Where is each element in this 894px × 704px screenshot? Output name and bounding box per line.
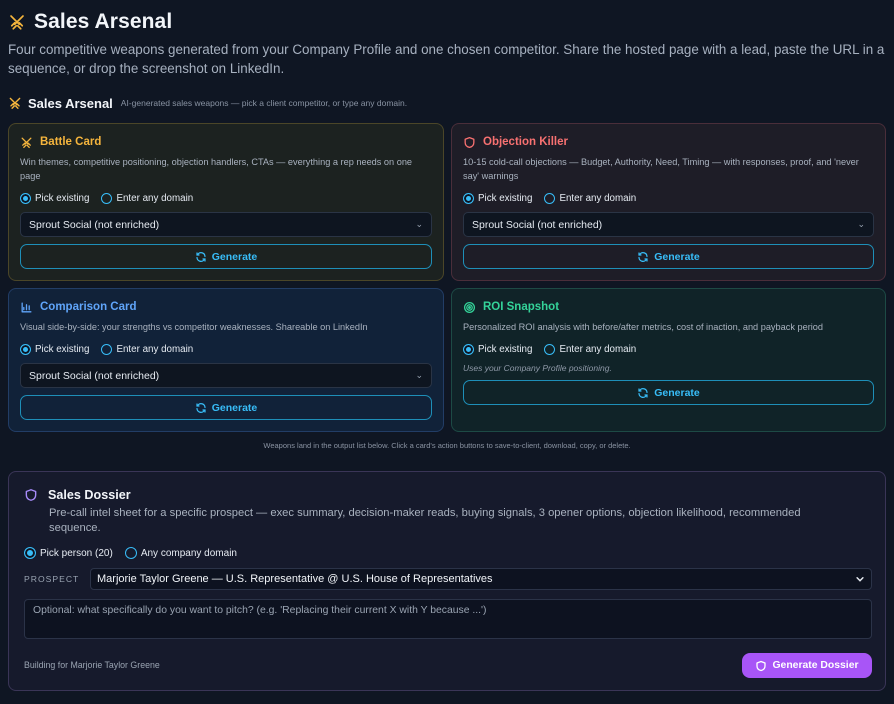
radio-selected-icon[interactable] [20,343,31,355]
refresh-icon [637,251,649,263]
battle-pick-existing-radio[interactable]: Pick existing [20,192,89,204]
radio-empty-icon[interactable] [544,192,556,204]
shield-icon [24,488,38,502]
compare-enter-domain-radio[interactable]: Enter any domain [101,343,193,355]
building-for-label: Building for Marjorie Taylor Greene [24,660,160,670]
objection-generate-button[interactable]: Generate [463,244,874,269]
battle-card-title: Battle Card [40,136,102,148]
battle-card-description: Win themes, competitive positioning, obj… [20,157,413,181]
roi-enter-domain-radio[interactable]: Enter any domain [544,343,636,355]
roi-snapshot-description: Personalized ROI analysis with before/af… [463,322,824,332]
objection-source-options: Pick existing Enter any domain [463,191,874,205]
sales-dossier-title: Sales Dossier [48,488,131,502]
arsenal-hint: AI-generated sales weapons — pick a clie… [120,98,408,108]
battle-generate-button[interactable]: Generate [20,244,432,269]
roi-pick-existing-radio[interactable]: Pick existing [463,343,532,355]
battle-card-source-options: Pick existing Enter any domain [20,191,432,205]
objection-killer-description: 10-15 cold-call objections — Budget, Aut… [463,157,859,181]
radio-selected-icon[interactable] [20,192,31,204]
page-intro: Four competitive weapons generated from … [8,42,885,76]
weapons-footnote: Weapons land in the output list below. C… [263,441,631,450]
roi-note: Uses your Company Profile positioning. [463,363,612,373]
objection-killer-title: Objection Killer [483,136,568,148]
refresh-icon [195,251,207,263]
compare-generate-button[interactable]: Generate [20,395,432,420]
comparison-card-description: Visual side-by-side: your strengths vs c… [20,322,368,332]
shield-icon [463,136,476,149]
chevron-down-icon [855,574,865,584]
swords-icon [8,13,26,31]
page-header: Sales Arsenal Four competitive weapons g… [8,8,886,78]
compare-pick-existing-radio[interactable]: Pick existing [20,343,89,355]
objection-killer-card: Objection Killer 10-15 cold-call objecti… [451,123,886,281]
battle-enter-domain-radio[interactable]: Enter any domain [101,192,193,204]
sales-dossier-description: Pre-call intel sheet for a specific pros… [49,507,801,534]
arsenal-label: Sales Arsenal [28,95,113,111]
objection-pick-existing-radio[interactable]: Pick existing [463,192,532,204]
roi-source-options: Pick existing Enter any domain [463,342,874,356]
chevron-down-icon: ⌄ [415,370,423,380]
bar-chart-icon [20,301,33,314]
radio-empty-icon[interactable] [101,343,113,355]
radio-empty-icon[interactable] [544,343,556,355]
any-company-domain-radio[interactable]: Any company domain [124,547,237,559]
prospect-label: PROSPECT [24,574,80,584]
page-title: Sales Arsenal [34,10,173,33]
dossier-source-options: Pick person (20) Any company domain [24,547,237,559]
chevron-down-icon: ⌄ [415,219,423,229]
refresh-icon [637,387,649,399]
roi-snapshot-card: ROI Snapshot Personalized ROI analysis w… [451,288,886,432]
roi-generate-button[interactable]: Generate [463,380,874,405]
roi-snapshot-title: ROI Snapshot [483,301,560,313]
swords-icon [8,96,22,110]
swords-icon [20,136,33,149]
objection-enter-domain-radio[interactable]: Enter any domain [544,192,636,204]
radio-selected-icon[interactable] [463,192,474,204]
compare-competitor-select[interactable]: Sprout Social (not enriched) ⌄ [20,363,432,388]
radio-selected-icon[interactable] [24,547,36,559]
generate-dossier-button[interactable]: Generate Dossier [742,653,872,678]
comparison-card-title: Comparison Card [40,301,137,313]
comparison-card: Comparison Card Visual side-by-side: you… [8,288,444,432]
radio-selected-icon[interactable] [463,343,474,355]
comparison-source-options: Pick existing Enter any domain [20,342,432,356]
battle-competitor-select[interactable]: Sprout Social (not enriched) ⌄ [20,212,432,237]
arsenal-subheader: Sales Arsenal AI-generated sales weapons… [8,94,407,112]
refresh-icon [195,402,207,414]
shield-icon [755,660,767,672]
pitch-textarea[interactable]: Optional: what specifically do you want … [24,599,872,639]
prospect-select[interactable]: Marjorie Taylor Greene — U.S. Representa… [90,568,872,590]
sales-dossier-panel: Sales Dossier Pre-call intel sheet for a… [8,471,886,691]
chevron-down-icon: ⌄ [857,219,865,229]
radio-empty-icon[interactable] [124,547,137,559]
target-icon [463,301,476,314]
objection-competitor-select[interactable]: Sprout Social (not enriched) ⌄ [463,212,874,237]
radio-empty-icon[interactable] [101,192,113,204]
battle-card: Battle Card Win themes, competitive posi… [8,123,444,281]
pick-person-radio[interactable]: Pick person (20) [24,547,113,559]
